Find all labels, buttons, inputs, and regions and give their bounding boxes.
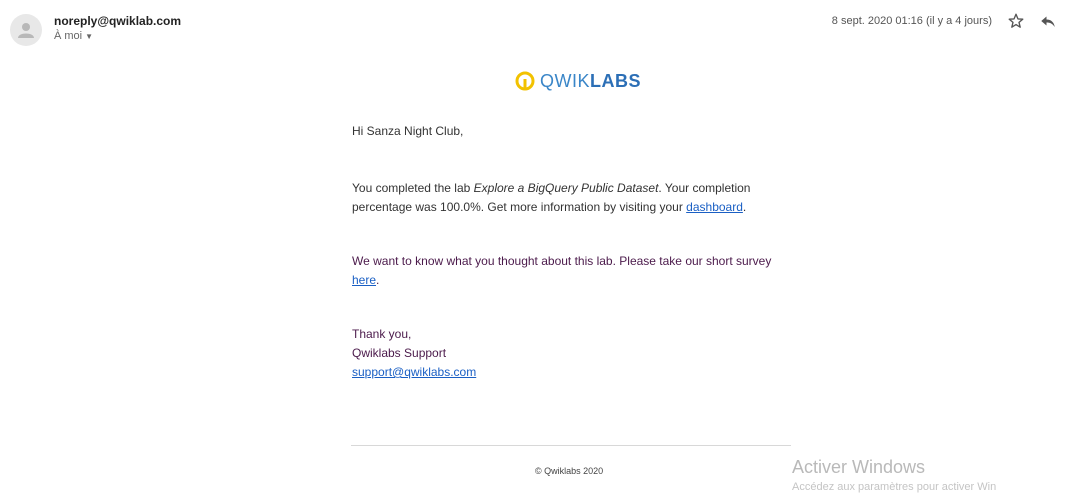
chevron-down-icon[interactable]: ▼ (85, 32, 93, 41)
recipient-dropdown[interactable]: À moi ▼ (54, 30, 93, 42)
reply-icon[interactable] (1038, 12, 1058, 30)
support-email-link[interactable]: support@qwiklabs.com (352, 365, 476, 379)
recipient-label: À moi (54, 30, 83, 42)
logo-ring-icon (515, 71, 535, 91)
para2-suffix: . (376, 273, 380, 287)
para2-prefix: We want to know what you thought about t… (352, 254, 772, 268)
para1-suffix: . (742, 200, 747, 214)
survey-link[interactable]: here (352, 273, 376, 287)
dashboard-link[interactable]: dashboard (686, 200, 743, 214)
email-header: noreply@qwiklab.com À moi ▼ 8 sept. 2020… (0, 0, 1068, 60)
email-date: 8 sept. 2020 01:16 (il y a 4 jours) (831, 15, 992, 27)
signature-name: Qwiklabs Support (352, 346, 447, 360)
sender-avatar[interactable] (10, 14, 42, 46)
person-icon (18, 23, 34, 38)
qwiklabs-logo: QWIKLABS (514, 70, 641, 92)
logo-text-qwik: QWIK (540, 70, 590, 91)
lab-name: Explore a BigQuery Public Dataset (473, 181, 659, 195)
activation-watermark-sub: Accédez aux paramètres pour activer Win (792, 481, 997, 493)
survey-paragraph: We want to know what you thought about t… (352, 252, 782, 290)
sender-email: noreply@qwiklab.com (54, 14, 182, 28)
thanks-text: Thank you, (352, 327, 412, 341)
copyright-text: © Qwiklabs 2020 (535, 466, 604, 476)
signature-block: Thank you, Qwiklabs Support support@qwik… (352, 325, 782, 382)
activation-watermark: Activer Windows (792, 457, 926, 477)
para1-prefix: You completed the lab (352, 181, 474, 195)
completion-paragraph: You completed the lab Explore a BigQuery… (352, 179, 782, 217)
greeting: Hi Sanza Night Club, (352, 124, 464, 138)
star-icon[interactable] (1007, 12, 1025, 30)
logo-text-labs: LABS (590, 70, 641, 91)
footer-divider (351, 445, 791, 446)
